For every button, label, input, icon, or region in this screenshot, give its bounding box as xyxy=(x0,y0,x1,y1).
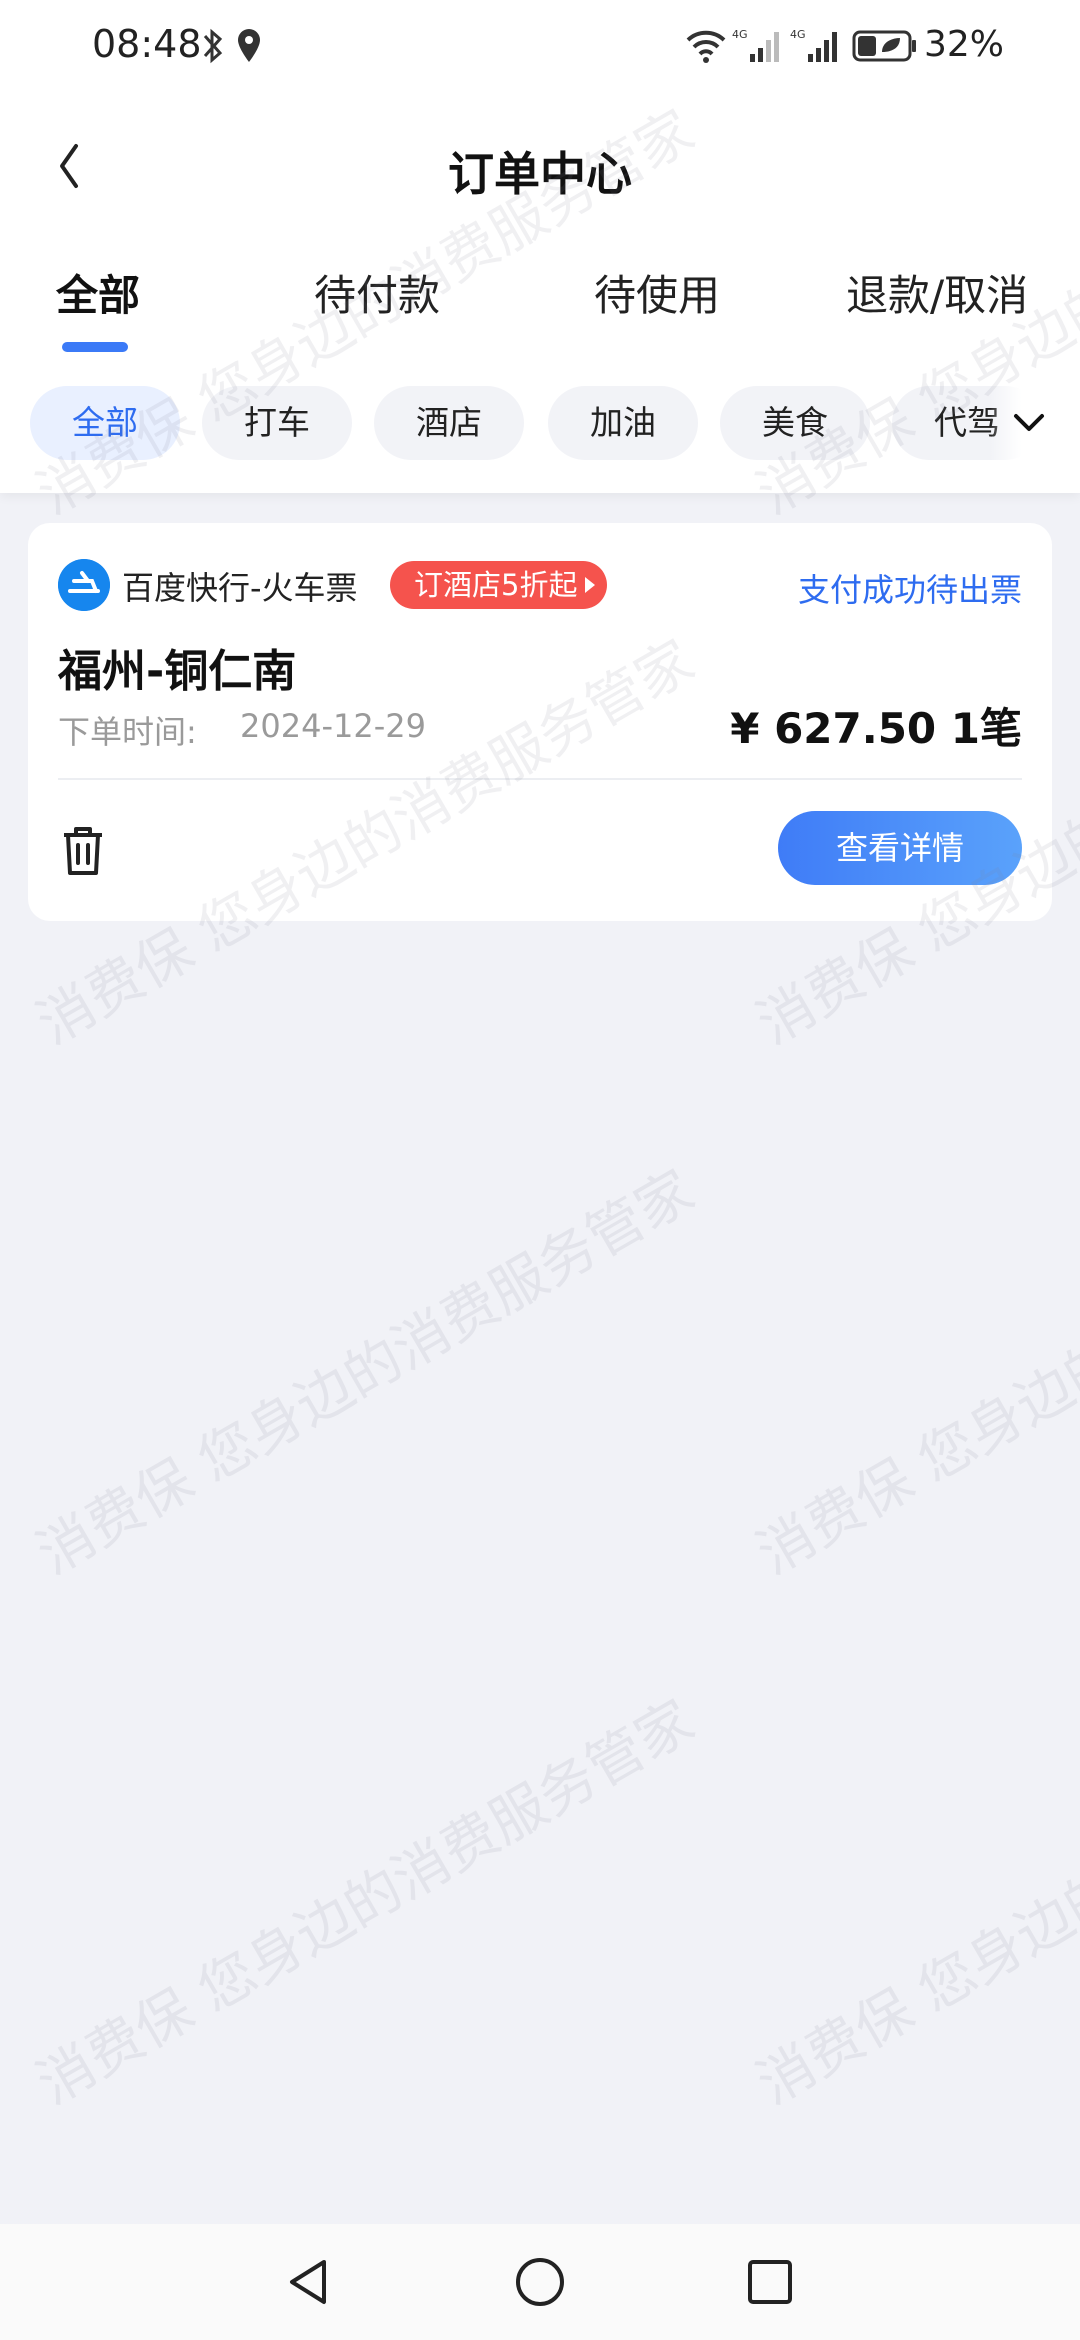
order-tabs: 全部 待付款 待使用 退款/取消 xyxy=(0,262,1080,352)
signal-4g-icon-2: 4G xyxy=(790,28,837,62)
chip-fuel[interactable]: 加油 xyxy=(548,386,698,460)
tab-to-use[interactable]: 待使用 xyxy=(594,262,720,323)
active-tab-indicator xyxy=(62,342,128,352)
watermark: 消费保 您身边的消费服务管家 xyxy=(746,1158,1080,1588)
battery-percentage: 32% xyxy=(924,24,1005,65)
trip-route: 福州-铜仁南 xyxy=(58,646,297,697)
chip-taxi[interactable]: 打车 xyxy=(202,386,352,460)
status-bar: 08:48 4G 4G 32% xyxy=(0,0,1080,90)
nav-back-icon[interactable] xyxy=(282,2254,338,2310)
tab-refund-cancel[interactable]: 退款/取消 xyxy=(846,262,1028,323)
card-divider xyxy=(58,778,1022,780)
hotel-promo-badge[interactable]: 订酒店5折起 xyxy=(390,561,608,609)
promo-arrow-icon xyxy=(585,577,596,593)
signal-4g-icon: 4G xyxy=(732,28,779,62)
order-price: ¥ 627.50 1笔 xyxy=(730,704,1022,753)
order-time-value: 2024-12-29 xyxy=(240,707,426,745)
nav-recents-icon[interactable] xyxy=(742,2254,798,2310)
bluetooth-icon xyxy=(203,28,223,64)
watermark: 消费保 您身边的消费服务管家 xyxy=(26,1158,705,1588)
trash-icon[interactable] xyxy=(58,823,108,879)
order-card[interactable]: 百度快行-火车票 订酒店5折起 支付成功待出票 福州-铜仁南 下单时间: 202… xyxy=(28,523,1052,921)
promo-text: 订酒店5折起 xyxy=(414,568,578,602)
chip-food[interactable]: 美食 xyxy=(720,386,870,460)
system-navigation-bar xyxy=(0,2224,1080,2340)
wifi-icon xyxy=(686,30,726,63)
watermark: 消费保 您身边的消费服务管家 xyxy=(26,1688,705,2118)
chip-hotel[interactable]: 酒店 xyxy=(374,386,524,460)
order-status: 支付成功待出票 xyxy=(797,571,1022,609)
svg-text:4G: 4G xyxy=(790,28,806,41)
order-time-label: 下单时间: xyxy=(58,713,197,751)
top-navigation: 订单中心 xyxy=(0,120,1080,210)
page-title: 订单中心 xyxy=(448,147,632,201)
header-panel: 08:48 4G 4G 32% 订单中心 全部 待付款 待使用 退款/取消 全部… xyxy=(0,0,1080,493)
battery-icon xyxy=(852,30,916,62)
tab-all[interactable]: 全部 xyxy=(56,262,140,323)
watermark: 消费保 您身边的消费服务管家 xyxy=(746,1688,1080,2118)
merchant-name: 百度快行-火车票 xyxy=(122,569,358,607)
category-chips: 全部 打车 酒店 加油 美食 代驾 xyxy=(0,386,1080,462)
train-app-icon xyxy=(58,559,110,611)
location-icon xyxy=(238,29,260,62)
status-time: 08:48 xyxy=(92,22,202,66)
nav-home-icon[interactable] xyxy=(512,2254,568,2310)
view-details-button[interactable]: 查看详情 xyxy=(778,811,1022,885)
chevron-down-icon[interactable] xyxy=(1004,398,1054,448)
tab-pending-payment[interactable]: 待付款 xyxy=(314,262,440,323)
svg-text:4G: 4G xyxy=(732,28,748,41)
chip-all[interactable]: 全部 xyxy=(30,386,180,460)
